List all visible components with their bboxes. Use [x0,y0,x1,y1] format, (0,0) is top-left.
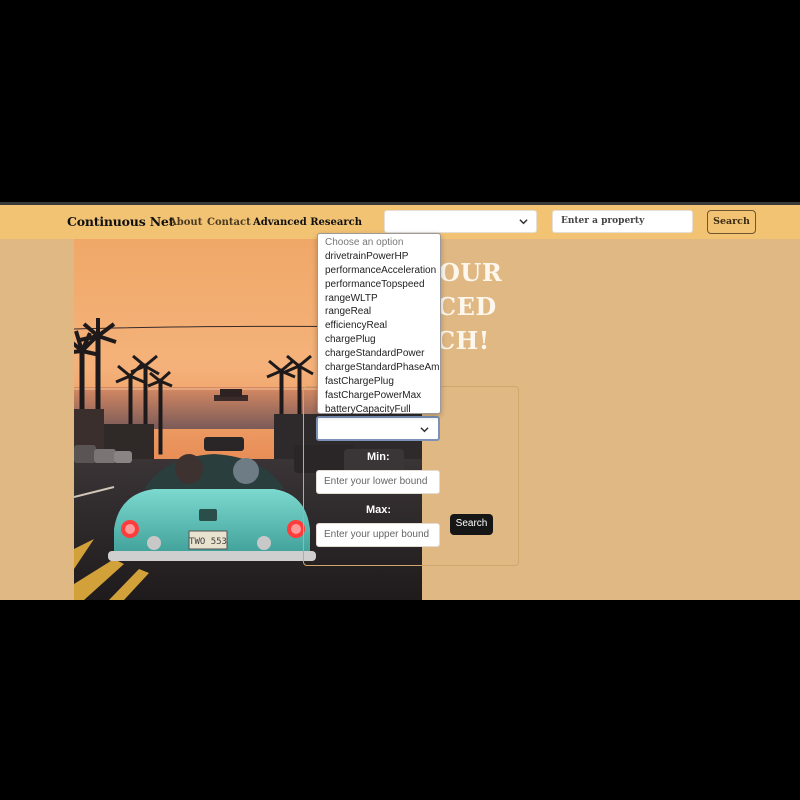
headline-line-1: OUR [439,258,503,287]
dropdown-option[interactable]: chargeStandardPhaseAmp [318,361,440,375]
dropdown-option[interactable]: batteryCapacityFull [318,403,440,417]
chevron-down-icon [519,219,528,225]
search-button[interactable]: Search [450,514,493,535]
navbar-property-input[interactable]: Enter a property [552,210,693,233]
browser-viewport: Continuous Net About Contact Advanced Re… [0,202,800,600]
dropdown-option[interactable]: chargeStandardPower [318,347,440,361]
lower-bound-input[interactable]: Enter your lower bound [316,470,440,494]
hero-headline: OUR CED CH! [434,256,502,358]
dropdown-option[interactable]: efficiencyReal [318,319,440,333]
min-label: Min: [367,451,390,463]
dropdown-option[interactable]: Choose an option [318,236,440,250]
headline-line-2: CED [437,292,497,321]
max-label: Max: [366,504,392,516]
chevron-down-icon [420,427,429,433]
dropdown-option[interactable]: drivetrainPowerHP [318,250,440,264]
dropdown-option[interactable]: fastChargePowerMax [318,389,440,403]
nav-link-advanced-research[interactable]: Advanced Research [253,217,362,228]
nav-link-about[interactable]: About [169,217,202,228]
property-select[interactable] [316,416,440,441]
dropdown-option[interactable]: performanceTopspeed [318,278,440,292]
property-dropdown-list[interactable]: Choose an option drivetrainPowerHP perfo… [317,233,441,417]
dropdown-option[interactable]: fastChargePlug [318,375,440,389]
headline-line-3: CH! [436,326,490,355]
nav-link-contact[interactable]: Contact [207,217,251,228]
navbar-property-select[interactable] [384,210,537,233]
dropdown-option[interactable]: chargePlug [318,333,440,347]
navbar-search-button[interactable]: Search [707,210,756,234]
upper-bound-input[interactable]: Enter your upper bound [316,523,440,547]
dropdown-option[interactable]: rangeWLTP [318,292,440,306]
brand-logo[interactable]: Continuous Net [67,214,174,229]
dropdown-option[interactable]: rangeReal [318,305,440,319]
dropdown-option[interactable]: performanceAcceleration [318,264,440,278]
license-plate: TWO 553 [189,537,227,547]
